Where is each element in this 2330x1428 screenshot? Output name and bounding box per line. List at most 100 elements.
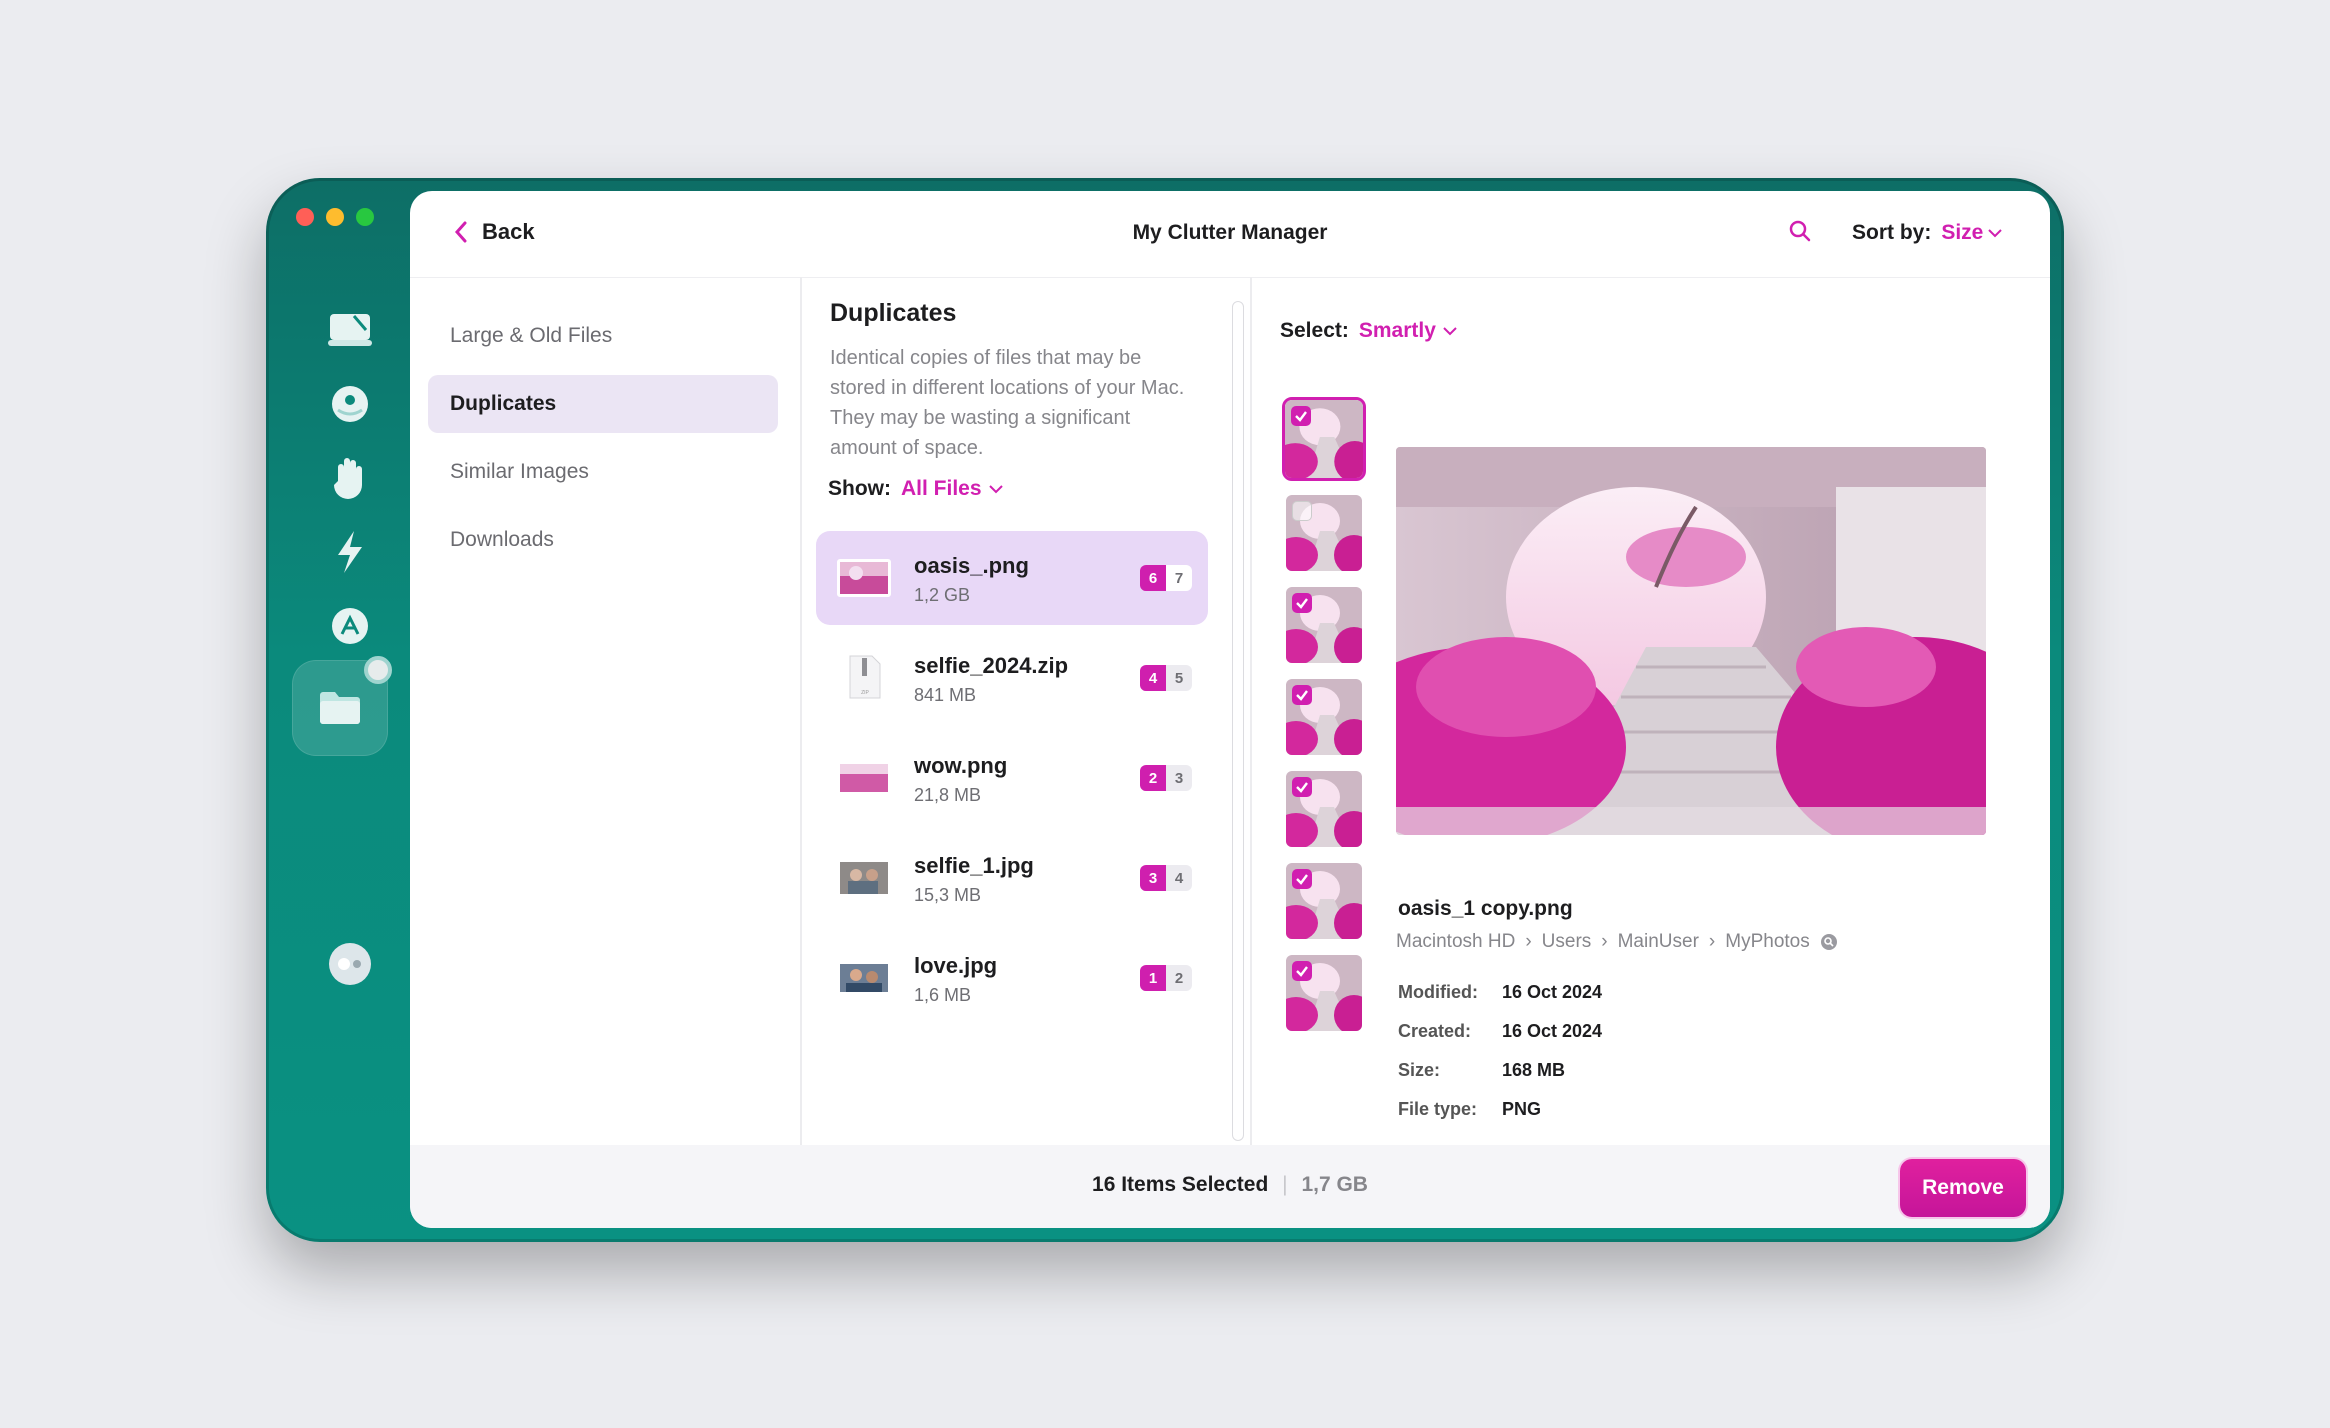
chevron-down-icon bbox=[1988, 229, 2003, 238]
total-count: 5 bbox=[1166, 665, 1192, 691]
minimize-window-button[interactable] bbox=[326, 208, 344, 226]
copy-thumbnail[interactable] bbox=[1286, 587, 1362, 663]
total-count: 3 bbox=[1166, 765, 1192, 791]
show-filter[interactable]: Show: All Files bbox=[828, 477, 1004, 501]
file-name: selfie_2024.zip bbox=[914, 653, 1069, 678]
copy-thumbnail[interactable] bbox=[1286, 771, 1362, 847]
file-size: 1,6 MB bbox=[914, 985, 972, 1005]
remove-button[interactable]: Remove bbox=[1900, 1159, 2026, 1217]
file-size: 1,2 GB bbox=[914, 585, 971, 605]
path-segment[interactable]: Users bbox=[1542, 931, 1592, 953]
rail-privacy-hand-icon[interactable] bbox=[310, 438, 390, 518]
chevron-right-icon: › bbox=[1601, 931, 1608, 952]
detail-pane: Select: Smartly oasis_1 copy.png Macinto… bbox=[1252, 277, 2050, 1145]
file-metadata: Modified: 16 Oct 2024 Created: 16 Oct 2024… bbox=[1398, 973, 1602, 1129]
rail-notification-dot bbox=[364, 656, 392, 684]
rail-files-folder-icon[interactable] bbox=[292, 656, 392, 756]
show-label: Show: bbox=[828, 477, 891, 500]
close-window-button[interactable] bbox=[296, 208, 314, 226]
list-item[interactable]: ZIP selfie_2024.zip 841 MB 45 bbox=[816, 631, 1208, 725]
copy-thumbnail[interactable] bbox=[1286, 679, 1362, 755]
image-preview bbox=[1396, 447, 1986, 835]
file-size: 841 MB bbox=[914, 685, 977, 705]
file-name: wow.png bbox=[914, 753, 1008, 778]
selected-count: 4 bbox=[1140, 665, 1166, 691]
meta-key: File type: bbox=[1398, 1099, 1478, 1119]
sort-value[interactable]: Size bbox=[1941, 221, 1983, 245]
list-item[interactable]: wow.png 21,8 MB 23 bbox=[816, 731, 1208, 825]
selection-summary: 16 Items Selected | 1,7 GB bbox=[410, 1173, 2050, 1197]
show-value[interactable]: All Files bbox=[901, 477, 982, 501]
search-icon[interactable] bbox=[1788, 219, 1812, 248]
copy-count-badge: 12 bbox=[1140, 965, 1192, 991]
checkbox-checked-icon[interactable] bbox=[1292, 869, 1312, 889]
category-list: Large & Old Files Duplicates Similar Ima… bbox=[410, 277, 802, 1145]
file-name: love.jpg bbox=[914, 953, 998, 978]
zip-file-icon: ZIP bbox=[849, 655, 881, 699]
category-large-old-files[interactable]: Large & Old Files bbox=[428, 307, 778, 365]
category-similar-images[interactable]: Similar Images bbox=[428, 443, 778, 501]
rail-cleanup-icon[interactable] bbox=[310, 290, 390, 370]
meta-value: PNG bbox=[1502, 1099, 1542, 1119]
photo-thumbnail-icon bbox=[837, 961, 891, 995]
photo-thumbnail-icon bbox=[837, 859, 891, 897]
category-duplicates[interactable]: Duplicates bbox=[428, 375, 778, 433]
select-control[interactable]: Select: Smartly bbox=[1280, 319, 1458, 343]
app-window: Back My Clutter Manager Sort by: Size La… bbox=[266, 178, 2064, 1242]
sort-control[interactable]: Sort by: Size bbox=[1852, 221, 2003, 245]
rail-applications-icon[interactable] bbox=[310, 586, 390, 666]
image-thumbnail-icon bbox=[837, 761, 891, 795]
reveal-in-finder-icon[interactable] bbox=[1820, 933, 1838, 951]
copy-count-badge: 34 bbox=[1140, 865, 1192, 891]
meta-key: Size: bbox=[1398, 1060, 1441, 1080]
copy-thumbnail[interactable] bbox=[1286, 955, 1362, 1031]
category-downloads[interactable]: Downloads bbox=[428, 511, 778, 569]
selected-count: 1 bbox=[1140, 965, 1166, 991]
file-name: oasis_.png bbox=[914, 553, 1029, 578]
total-count: 4 bbox=[1166, 865, 1192, 891]
checkbox-checked-icon[interactable] bbox=[1292, 593, 1312, 613]
list-scrollbar[interactable] bbox=[1232, 301, 1244, 1141]
copy-thumbnail[interactable] bbox=[1286, 495, 1362, 571]
checkbox-checked-icon[interactable] bbox=[1291, 406, 1311, 426]
file-size: 15,3 MB bbox=[914, 885, 982, 905]
list-item[interactable]: love.jpg 1,6 MB 12 bbox=[816, 931, 1208, 1025]
duplicates-list-pane: Duplicates Identical copies of files tha… bbox=[802, 277, 1242, 1145]
meta-value: 16 Oct 2024 bbox=[1502, 1021, 1603, 1041]
zoom-window-button[interactable] bbox=[356, 208, 374, 226]
checkbox-checked-icon[interactable] bbox=[1292, 685, 1312, 705]
section-heading: Duplicates bbox=[830, 299, 957, 327]
sort-label: Sort by: bbox=[1852, 221, 1932, 244]
selected-count: 3 bbox=[1140, 865, 1166, 891]
chevron-down-icon bbox=[1443, 327, 1457, 336]
path-segment[interactable]: MyPhotos bbox=[1725, 931, 1809, 953]
list-item[interactable]: selfie_1.jpg 15,3 MB 34 bbox=[816, 831, 1208, 925]
list-item[interactable]: oasis_.png 1,2 GB 67 bbox=[816, 531, 1208, 625]
rail-assistant-icon[interactable] bbox=[310, 924, 390, 1004]
checkbox-unchecked-icon[interactable] bbox=[1292, 501, 1312, 521]
file-path-breadcrumb: Macintosh HD › Users › MainUser › MyPhot… bbox=[1396, 931, 1838, 953]
rail-speed-bolt-icon[interactable] bbox=[310, 512, 390, 592]
select-value[interactable]: Smartly bbox=[1359, 319, 1436, 343]
copy-count-badge: 67 bbox=[1140, 565, 1192, 591]
path-segment[interactable]: Macintosh HD bbox=[1396, 931, 1515, 953]
selected-items-count: 16 Items Selected bbox=[1092, 1173, 1269, 1196]
copy-thumbnail[interactable] bbox=[1286, 863, 1362, 939]
chevron-right-icon: › bbox=[1525, 931, 1532, 952]
total-count: 2 bbox=[1166, 965, 1192, 991]
top-bar: Back My Clutter Manager Sort by: Size bbox=[410, 191, 2050, 278]
chevron-right-icon: › bbox=[1708, 931, 1716, 952]
section-description: Identical copies of files that may be st… bbox=[830, 347, 1185, 459]
copy-thumbnail[interactable] bbox=[1282, 397, 1366, 481]
file-name: selfie_1.jpg bbox=[914, 853, 1034, 878]
file-size: 21,8 MB bbox=[914, 785, 982, 805]
copy-count-badge: 45 bbox=[1140, 665, 1192, 691]
rail-protection-icon[interactable] bbox=[310, 364, 390, 444]
meta-key: Created: bbox=[1398, 1021, 1472, 1041]
checkbox-checked-icon[interactable] bbox=[1292, 777, 1312, 797]
window-controls bbox=[296, 208, 374, 226]
total-count: 7 bbox=[1166, 565, 1192, 591]
separator: | bbox=[1282, 1173, 1288, 1196]
path-segment[interactable]: MainUser bbox=[1618, 931, 1699, 953]
checkbox-checked-icon[interactable] bbox=[1292, 961, 1312, 981]
